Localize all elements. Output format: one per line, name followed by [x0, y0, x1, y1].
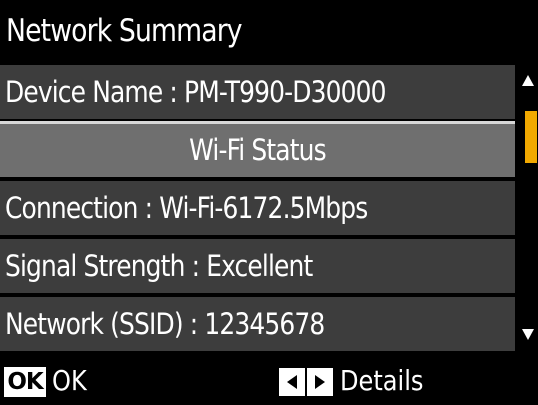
scroll-thumb[interactable]	[525, 111, 537, 163]
list-item-label: Connection : Wi-Fi-6172.5Mbps	[5, 191, 368, 225]
title-bar: Network Summary	[0, 0, 538, 62]
ok-key-icon[interactable]: OK	[4, 367, 46, 397]
details-label: Details	[340, 364, 424, 397]
section-header-wifi-status: Wi-Fi Status	[0, 123, 515, 177]
triangle-down-icon[interactable]	[522, 329, 534, 340]
list-item-label: Signal Strength : Excellent	[5, 249, 313, 283]
triangle-up-icon[interactable]	[522, 75, 534, 86]
footer-bar: OK OK Details	[0, 355, 538, 405]
right-arrow-key-icon[interactable]	[307, 368, 333, 396]
list-item-signal-strength[interactable]: Signal Strength : Excellent	[0, 239, 515, 293]
list-item-network-ssid[interactable]: Network (SSID) : 12345678	[0, 297, 515, 351]
list-item-connection[interactable]: Connection : Wi-Fi-6172.5Mbps	[0, 181, 515, 235]
summary-list: Device Name : PM-T990-D30000 Wi-Fi Statu…	[0, 65, 515, 351]
lcd-screen: Network Summary Device Name : PM-T990-D3…	[0, 0, 538, 405]
divider-line	[0, 121, 515, 124]
list-item-device-name[interactable]: Device Name : PM-T990-D30000	[0, 65, 515, 119]
left-arrow-key-icon[interactable]	[279, 368, 305, 396]
list-item-label: Device Name : PM-T990-D30000	[5, 75, 386, 109]
scrollbar[interactable]	[519, 65, 538, 350]
ok-label: OK	[52, 364, 87, 397]
left-right-keys[interactable]	[279, 368, 333, 396]
page-title: Network Summary	[6, 13, 243, 49]
list-item-label: Network (SSID) : 12345678	[5, 307, 325, 341]
section-header-label: Wi-Fi Status	[189, 133, 326, 167]
